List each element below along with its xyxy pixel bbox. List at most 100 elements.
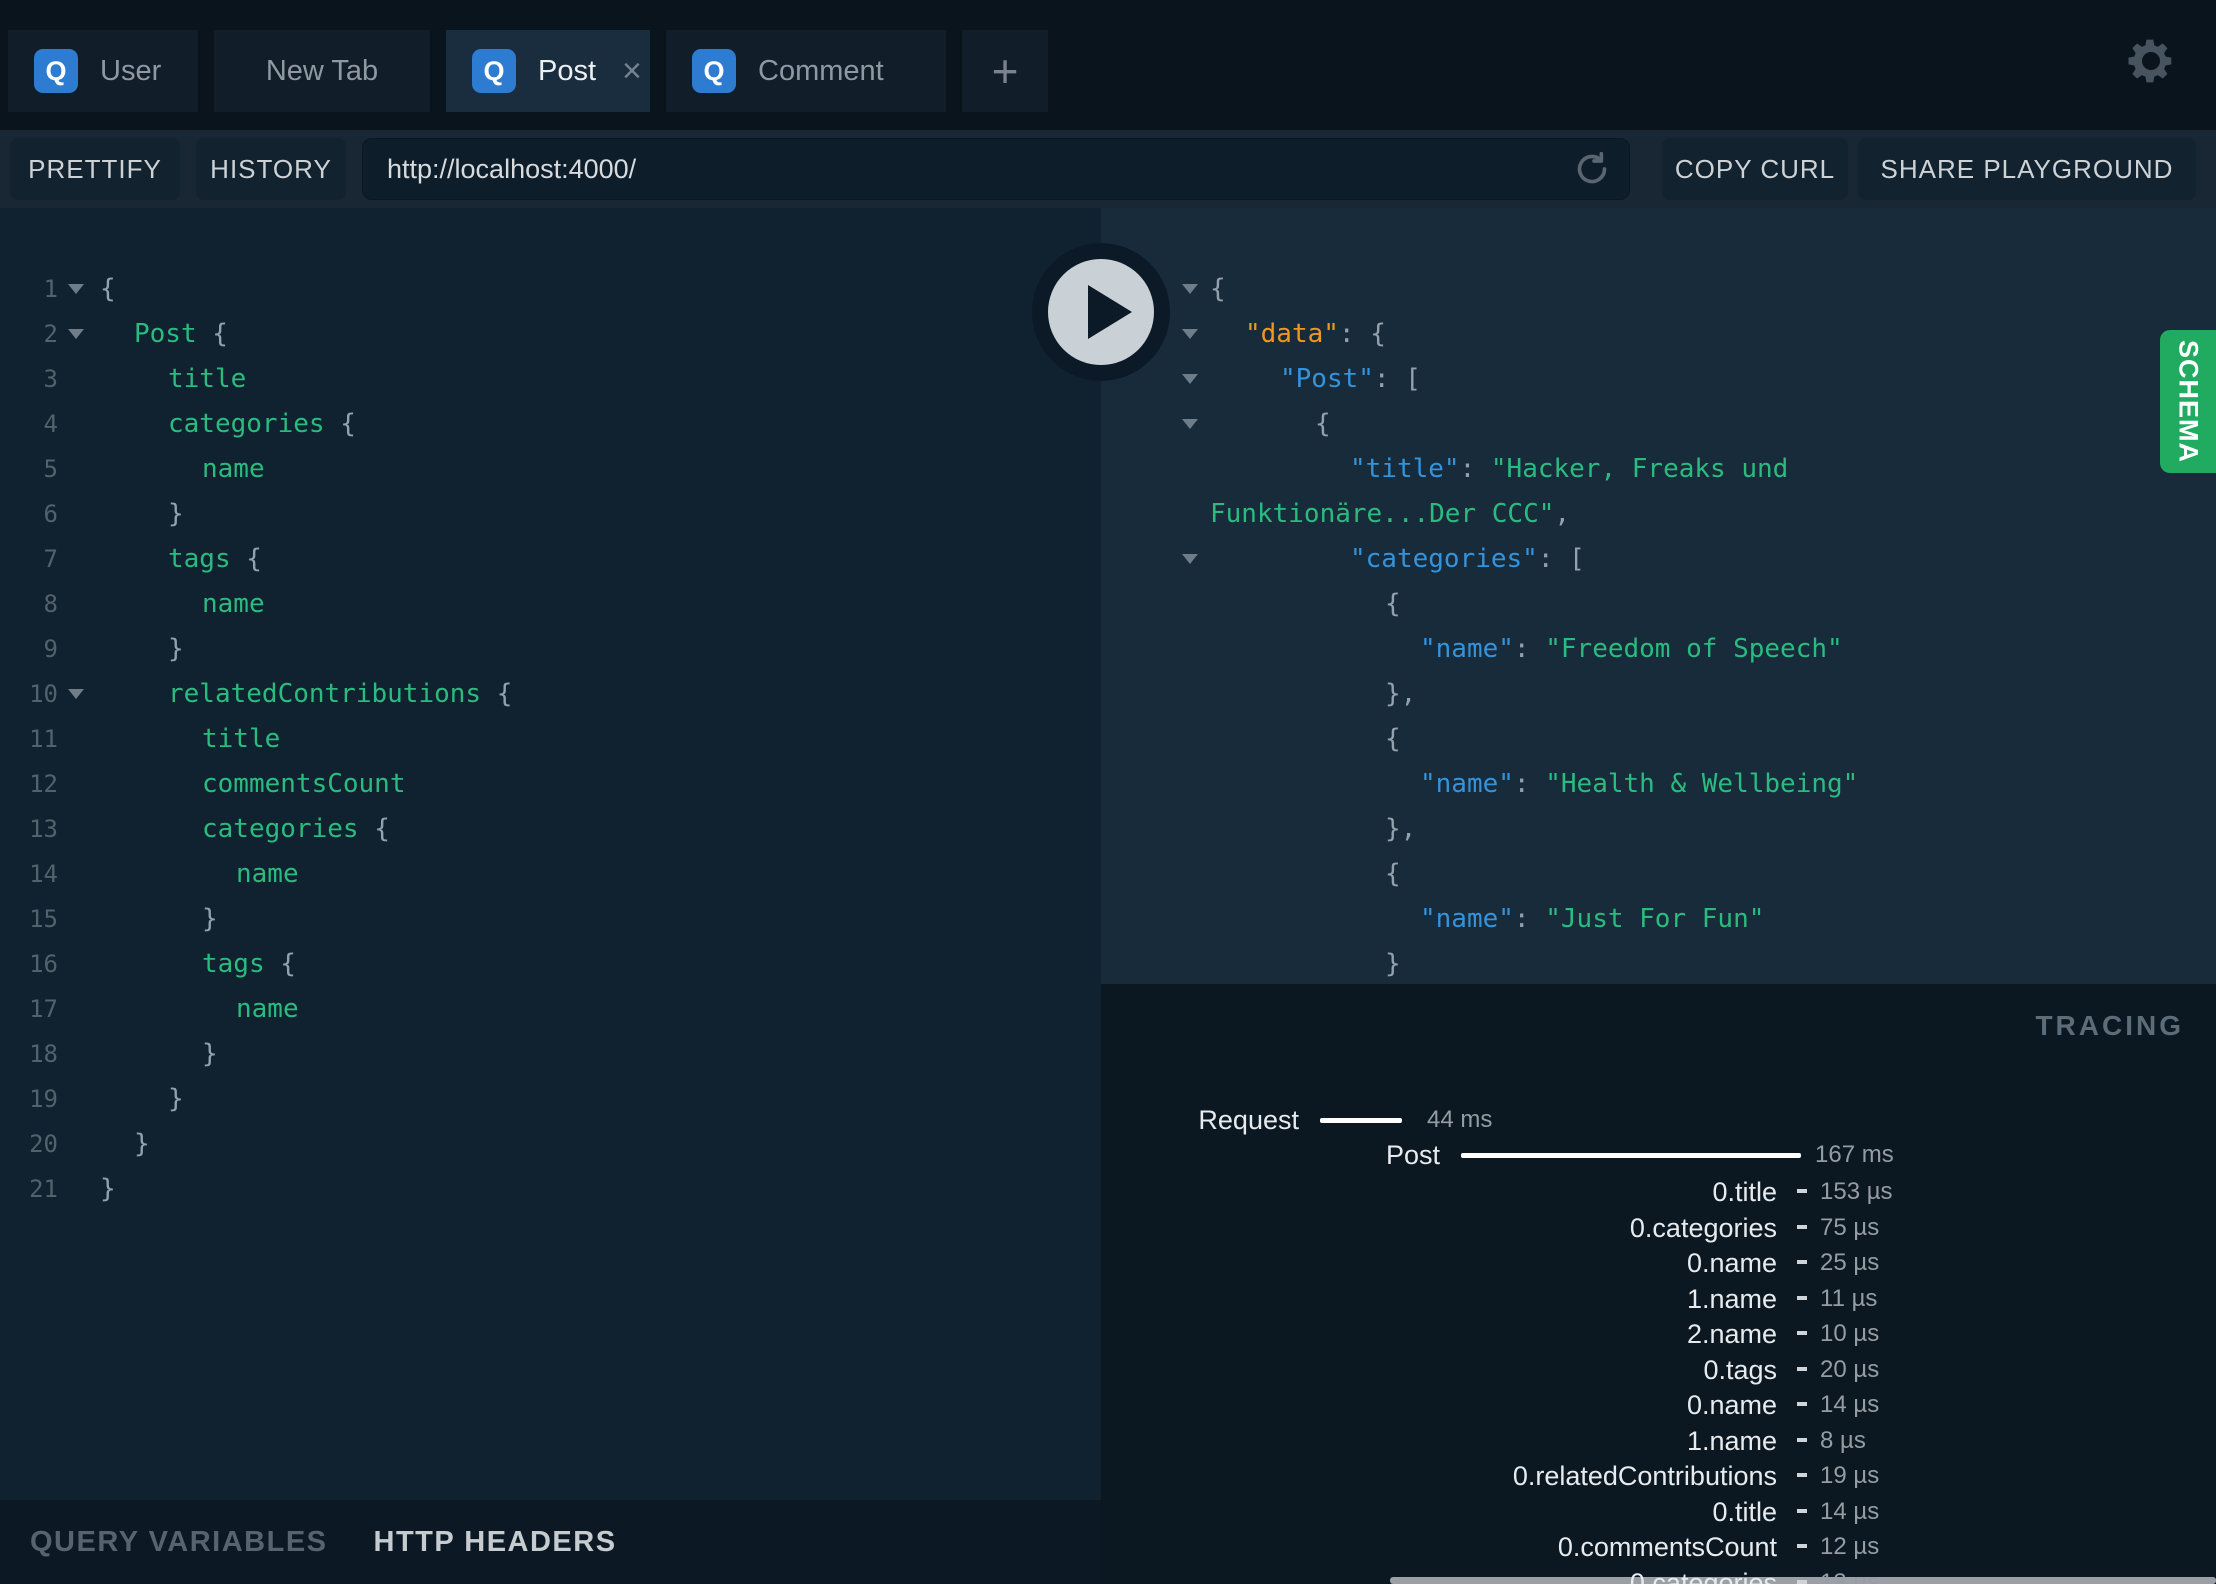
code-line: 4 categories { [0, 401, 1101, 446]
code-text: } [100, 1129, 150, 1159]
response-viewer[interactable]: { "data": { "Post": [ { "title": "Hacker, Fr… [1101, 208, 2216, 984]
query-editor[interactable]: 1{2 Post {3 title 4 categories {5 name 6} 7 tags… [0, 208, 1101, 1500]
code-line: 7 tags { [0, 536, 1101, 581]
token: }, [1385, 813, 1417, 844]
line-number: 6 [43, 499, 58, 528]
trace-duration: 11 µs [1820, 1285, 1878, 1312]
token: } [168, 498, 184, 529]
code-text: "title": "Hacker, Freaks und [1210, 454, 1788, 484]
code-text: } [100, 1174, 116, 1204]
code-text: "name": "Health & Wellbeing" [1210, 769, 1858, 799]
trace-row: 1.name 8 µs [1101, 1423, 2216, 1459]
line-number: 10 [29, 679, 58, 708]
trace-row: 0.categories 75 µs [1101, 1210, 2216, 1246]
trace-duration: 44 ms [1427, 1106, 1493, 1133]
token: "name" [1420, 633, 1514, 664]
tab-bar: Q User New Tab Q Post × Q Comment + [8, 30, 1064, 112]
tab-post[interactable]: Q Post × [446, 30, 650, 112]
fold-triangle-icon[interactable] [1182, 418, 1198, 429]
share-playground-button[interactable]: SHARE PLAYGROUND [1858, 138, 2196, 200]
code-line: "data": { [1101, 311, 2216, 356]
token: name [236, 993, 299, 1024]
code-line: { [1101, 401, 2216, 446]
fold-triangle-icon[interactable] [1182, 373, 1198, 384]
trace-label: 0.title [1712, 1496, 1777, 1527]
tracing-panel[interactable]: TRACING Request 44 ms Post 167 ms 0.title 153… [1101, 984, 2216, 1584]
query-badge: Q [692, 49, 736, 93]
code-line: 16 tags { [0, 941, 1101, 986]
tab-user[interactable]: Q User [8, 30, 198, 112]
token: { [230, 543, 262, 574]
token: relatedContributions [168, 678, 482, 709]
token: name [236, 858, 299, 889]
schema-tab[interactable]: SCHEMA [2160, 330, 2216, 473]
trace-dash-icon [1797, 1296, 1807, 1300]
tab-new-tab[interactable]: New Tab [214, 30, 430, 112]
line-number: 3 [43, 364, 58, 393]
code-text: { [1210, 409, 1331, 439]
code-text: } [1210, 949, 1401, 979]
code-line: 14 name [0, 851, 1101, 896]
close-icon[interactable]: × [622, 54, 642, 88]
code-line: 5 name [0, 446, 1101, 491]
token: } [1385, 948, 1401, 979]
line-number: 7 [43, 544, 58, 573]
fold-triangle-icon[interactable] [1182, 553, 1198, 564]
token: { [481, 678, 513, 709]
token: name [202, 453, 265, 484]
settings-gear-icon[interactable] [2124, 34, 2178, 88]
line-number: 8 [43, 589, 58, 618]
fold-triangle-icon[interactable] [1182, 283, 1198, 294]
token: } [202, 1038, 218, 1069]
trace-dash-icon [1797, 1367, 1807, 1371]
code-line: { [1101, 581, 2216, 626]
code-text: "Post": [ [1210, 364, 1421, 394]
code-text: Funktionäre...Der CCC", [1210, 499, 1570, 529]
code-line: 15} [0, 896, 1101, 941]
tab-comment[interactable]: Q Comment [666, 30, 946, 112]
trace-dash-icon [1797, 1225, 1807, 1229]
token: "data" [1245, 318, 1339, 349]
code-line: "name": "Health & Wellbeing" [1101, 761, 2216, 806]
trace-duration: 153 µs [1820, 1178, 1893, 1205]
copy-curl-button[interactable]: COPY CURL [1662, 138, 1848, 200]
code-text: categories { [100, 409, 356, 439]
reload-icon[interactable] [1572, 149, 1612, 189]
history-button[interactable]: HISTORY [196, 138, 346, 200]
token: { [196, 318, 228, 349]
tab-label: New Tab [265, 54, 379, 87]
fold-triangle-icon[interactable] [68, 328, 84, 339]
endpoint-input[interactable] [362, 138, 1630, 200]
token: "Hacker, Freaks und [1490, 453, 1789, 484]
line-number: 11 [29, 724, 58, 753]
tab-new-plus[interactable]: + [962, 30, 1048, 112]
prettify-button[interactable]: PRETTIFY [10, 138, 180, 200]
code-line: 18} [0, 1031, 1101, 1076]
code-text: relatedContributions { [100, 679, 512, 709]
trace-duration: 19 µs [1820, 1462, 1880, 1489]
play-button[interactable] [1032, 243, 1170, 381]
token: "Health & Wellbeing" [1545, 768, 1859, 799]
fold-triangle-icon[interactable] [68, 283, 84, 294]
query-variables-tab[interactable]: QUERY VARIABLES [30, 1526, 328, 1559]
trace-label: 0.name [1686, 1389, 1777, 1420]
http-headers-tab[interactable]: HTTP HEADERS [374, 1526, 617, 1559]
code-line: }, [1101, 806, 2216, 851]
fold-column [1101, 418, 1210, 429]
token: "Just For Fun" [1545, 903, 1765, 934]
code-line: 20} [0, 1121, 1101, 1166]
code-text: title [100, 364, 246, 394]
trace-label: 0.commentsCount [1557, 1531, 1777, 1562]
code-text: title [100, 724, 280, 754]
token: { [1210, 273, 1226, 304]
trace-label: 0.relatedContributions [1512, 1460, 1777, 1491]
tracing-title: TRACING [2035, 1010, 2184, 1041]
fold-triangle-icon[interactable] [68, 688, 84, 699]
token: "categories" [1350, 543, 1538, 574]
fold-triangle-icon[interactable] [1182, 328, 1198, 339]
token: { [100, 273, 116, 304]
code-text: "data": { [1210, 319, 1386, 349]
line-number: 15 [29, 904, 58, 933]
trace-row: 0.name 25 µs [1101, 1245, 2216, 1281]
token: } [100, 1173, 116, 1204]
